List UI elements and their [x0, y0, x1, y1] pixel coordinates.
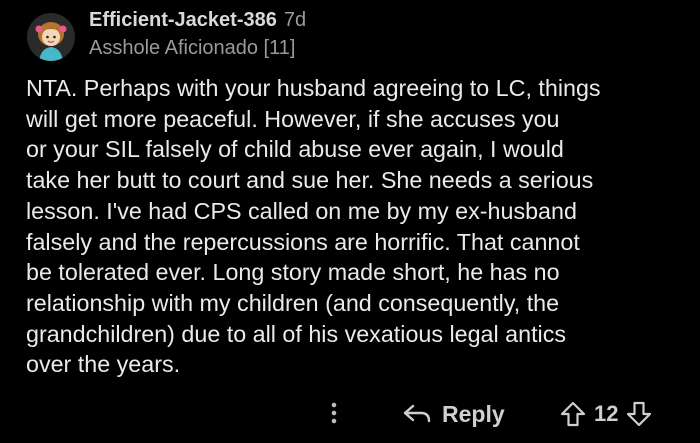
comment-body-line: will get more peaceful. However, if she …: [26, 105, 560, 132]
comment-body-line: grandchildren) due to all of his vexatio…: [26, 320, 567, 347]
comment-body: NTA. Perhaps with your husband agreeing …: [26, 73, 686, 380]
vote-count: 12: [594, 401, 619, 426]
comment-body-line: NTA. Perhaps with your husband agreeing …: [26, 75, 601, 101]
reply-label: Reply: [442, 400, 505, 427]
comment-age: 7d: [283, 9, 307, 31]
downvote-button[interactable]: [626, 401, 652, 427]
downvote-arrow-icon: [627, 401, 652, 427]
comment-body-line: take her butt to court and sue her. She …: [26, 167, 594, 194]
comment-body-line: lesson. I've had CPS called on me by my …: [26, 197, 577, 224]
user-avatar[interactable]: [27, 13, 75, 61]
comment-author[interactable]: Efficient-Jacket-386: [89, 9, 277, 32]
comment-header: Efficient-Jacket-386 7d Asshole Aficiona…: [89, 9, 306, 60]
more-options-button[interactable]: [324, 398, 344, 428]
upvote-button[interactable]: [560, 401, 586, 427]
comment-body-line: or your SIL falsely of child abuse ever …: [26, 136, 564, 163]
comment-body-line: falsely and the repercussions are horrif…: [26, 228, 580, 255]
comment-body-line: relationship with my children (and conse…: [26, 289, 560, 316]
comment: Efficient-Jacket-386 7d Asshole Aficiona…: [0, 0, 700, 443]
comment-body-line: be tolerated ever. Long story made short…: [26, 259, 560, 286]
avatar-illustration: [27, 13, 75, 61]
comment-body-line: over the years.: [26, 351, 181, 378]
upvote-arrow-icon: [560, 401, 586, 427]
comment-actions: Reply 12: [0, 394, 700, 434]
vertical-ellipsis-icon: [331, 402, 337, 424]
vote-controls: 12: [560, 394, 652, 434]
user-flair: Asshole Aficionado [11]: [89, 37, 296, 59]
reply-arrow-icon: [403, 404, 431, 423]
reply-button[interactable]: Reply: [402, 394, 505, 434]
